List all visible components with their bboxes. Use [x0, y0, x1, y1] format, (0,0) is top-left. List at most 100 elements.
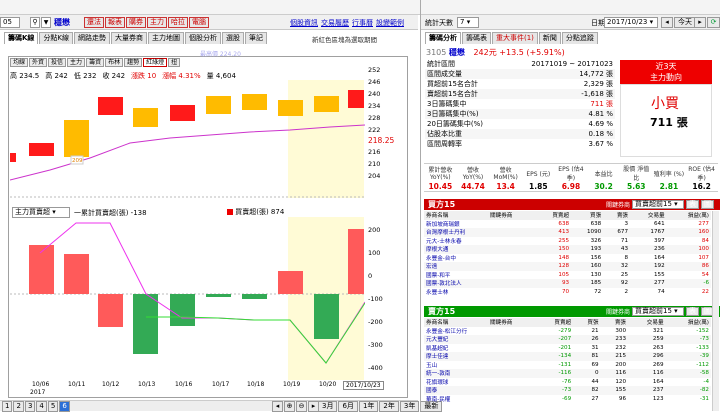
sell-row[interactable]: 花旗環球 -76 44 120 164 -4	[424, 378, 711, 387]
buy-row[interactable]: 宏遠 128 160 32 192 86	[424, 262, 711, 271]
indicator-head: EPS (估4季)	[558, 166, 584, 182]
sell-cell: -4	[703, 378, 709, 385]
range-button[interactable]: 3年	[399, 401, 420, 412]
right-tab[interactable]: 籌碼表	[462, 32, 491, 44]
range-button[interactable]: 2年	[379, 401, 399, 412]
left-tab[interactable]: 網路走勢	[74, 32, 111, 44]
buy-cell: -6	[703, 280, 709, 287]
sell-cell: -133	[696, 344, 709, 351]
left-tab[interactable]: 主力地圖	[148, 32, 185, 44]
buy-row[interactable]: 國票-和平 105 130 25 155 54	[424, 271, 711, 280]
right-tab[interactable]: 重大事件(1)	[492, 32, 538, 44]
next-day-icon[interactable]: ▸	[694, 17, 706, 28]
toolbar-button[interactable]: 報表	[105, 17, 125, 28]
toolbar-button[interactable]: 電腦	[189, 17, 209, 28]
sell-row[interactable]: 玉山 -131 69 200 269 -112	[424, 361, 711, 370]
range-button[interactable]: 3月	[318, 401, 338, 412]
sell-table-button[interactable]: 表	[686, 307, 700, 316]
page-button[interactable]: 5	[47, 401, 59, 412]
right-tab[interactable]: 新聞	[538, 32, 561, 44]
page-button[interactable]: 3	[24, 401, 36, 412]
buy-row[interactable]: 永豐士林 70 72 2 74 22	[424, 288, 711, 297]
sell-head: 損益(萬)	[687, 320, 709, 327]
sub-tab[interactable]: 扭	[168, 58, 181, 67]
flow-bar	[314, 294, 339, 339]
buy-cell: 413	[558, 229, 570, 236]
sell-cell: -134	[558, 353, 572, 360]
toolbar-link[interactable]: 個股資訊	[290, 18, 318, 28]
date-input[interactable]: 2017/10/23 ▾	[604, 17, 658, 28]
buy-cell: 22	[701, 288, 709, 295]
sell-row[interactable]: 華南-民權 -69 27 96 123 -31	[424, 395, 711, 404]
toolbar-button[interactable]: 主力	[147, 17, 167, 28]
left-tab[interactable]: 籌碼K線	[4, 32, 39, 44]
left-tab[interactable]: 大量券商	[111, 32, 148, 44]
right-tab[interactable]: 籌碼分析	[425, 32, 461, 44]
sub-tab[interactable]: 主力	[67, 58, 86, 67]
candle	[64, 120, 89, 157]
left-tab[interactable]: 個股分析	[185, 32, 222, 44]
prev-day-icon[interactable]: ◂	[661, 17, 673, 28]
toolbar-link[interactable]: 行事曆	[352, 18, 373, 28]
buy-table-button[interactable]: 表	[686, 200, 700, 209]
buy-cell: 86	[701, 263, 709, 270]
sub-tab[interactable]: 趨勢	[124, 58, 143, 67]
sell-row[interactable]: 元大豐紀 -207 26 233 259 -73	[424, 335, 711, 344]
sell-row[interactable]: 凱基超紀 -201 31 232 263 -133	[424, 344, 711, 353]
sell-row[interactable]: 摩士佳達 -134 81 215 296 -39	[424, 352, 711, 361]
sub-tab[interactable]: 紅綠燈	[143, 58, 168, 67]
sell-row[interactable]: 國泰 -73 82 155 237 -82	[424, 386, 711, 395]
sub-tab[interactable]: 籌資	[86, 58, 105, 67]
sub-tab[interactable]: 布林	[105, 58, 124, 67]
page-button[interactable]: 6	[59, 401, 70, 412]
scrollbar[interactable]	[712, 211, 719, 411]
range-button[interactable]: 1年	[358, 401, 379, 412]
sell-period-select[interactable]: 買賣超前15 ▾	[632, 307, 685, 316]
toolbar-button[interactable]: 哈拉	[168, 17, 188, 28]
toolbar-button[interactable]: 還法	[84, 17, 104, 28]
sub-tab[interactable]: 外資	[29, 58, 48, 67]
sell-cell: 200	[615, 361, 627, 368]
range-button[interactable]: 6月	[338, 401, 358, 412]
buy-row[interactable]: 新加坡商瑞銀 638 638 3 641 277	[424, 220, 711, 229]
toolbar-link[interactable]: 設變範例	[376, 18, 404, 28]
page-button[interactable]: 4	[36, 401, 47, 412]
today-button[interactable]: 今天	[674, 17, 696, 28]
sub-tab[interactable]: 均線	[10, 58, 29, 67]
left-tab[interactable]: 選股	[222, 32, 245, 44]
sub-tab[interactable]: 投信	[48, 58, 67, 67]
splitter[interactable]	[420, 0, 421, 411]
buy-period-select[interactable]: 買賣超前15 ▾	[632, 200, 685, 209]
buy-row[interactable]: 國票-敦北法人 93 185 92 277 -6	[424, 279, 711, 288]
dropdown-icon[interactable]: ▼	[41, 17, 51, 28]
sell-cell: 164	[652, 378, 664, 385]
sell-cell: 0	[595, 370, 599, 377]
sell-row[interactable]: 永豐金-松江分行 -279 21 300 321 -152	[424, 327, 711, 336]
stock-code-input[interactable]: 05	[0, 17, 20, 28]
date-tick: 2017/10/23	[343, 381, 384, 390]
price-tick: 222	[368, 126, 381, 134]
days-select[interactable]: 7 ▾	[457, 17, 479, 28]
sell-cell	[488, 378, 536, 387]
buy-row[interactable]: 台灣摩根士丹利 413 1090 677 1767 160	[424, 228, 711, 237]
toolbar-link[interactable]: 交易履歷	[321, 18, 349, 28]
sell-row[interactable]: 統一-敦南 -116 0 116 116 -58	[424, 369, 711, 378]
zoom-in-icon[interactable]: ⊕	[284, 401, 295, 412]
page-button[interactable]: 2	[13, 401, 24, 412]
refresh-button[interactable]: ⟳	[707, 17, 720, 28]
page-button[interactable]: 1	[2, 401, 13, 412]
buy-row[interactable]: 元大-士林永春 255 326 71 397 84	[424, 237, 711, 246]
search-icon[interactable]: ⚲	[30, 17, 40, 28]
prev-icon[interactable]: ◂	[272, 401, 283, 412]
right-tab[interactable]: 分點追蹤	[561, 32, 598, 44]
buy-row[interactable]: 摩根大通 150 193 43 236 100	[424, 245, 711, 254]
sell-cell: -279	[558, 327, 572, 334]
sell-controls: 關鍵券商 買賣超前15 ▾ 表 圖	[606, 307, 715, 316]
zoom-out-icon[interactable]: ⊖	[296, 401, 307, 412]
left-tab[interactable]: 筆記	[245, 32, 268, 44]
candle	[29, 143, 54, 156]
left-tab[interactable]: 分點K線	[39, 32, 74, 44]
buy-chart-button[interactable]: 圖	[701, 200, 715, 209]
toolbar-button[interactable]: 購券	[126, 17, 146, 28]
buy-row[interactable]: 永豐金-台中 148 156 8 164 107	[424, 254, 711, 263]
